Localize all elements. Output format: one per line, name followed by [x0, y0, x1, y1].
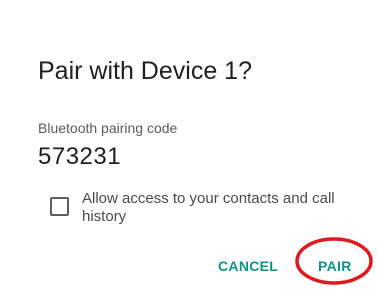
pairing-dialog: Pair with Device 1? Bluetooth pairing co… — [0, 0, 377, 289]
pairing-code-value: 573231 — [38, 143, 122, 170]
contacts-access-row[interactable]: Allow access to your contacts and call h… — [48, 190, 368, 234]
pair-button[interactable]: PAIR — [318, 257, 352, 275]
pairing-code-label: Bluetooth pairing code — [38, 120, 178, 136]
contacts-access-checkbox[interactable] — [50, 197, 69, 216]
dialog-title: Pair with Device 1? — [38, 57, 252, 85]
contacts-access-label[interactable]: Allow access to your contacts and call h… — [82, 190, 374, 226]
cancel-button[interactable]: CANCEL — [218, 257, 278, 275]
